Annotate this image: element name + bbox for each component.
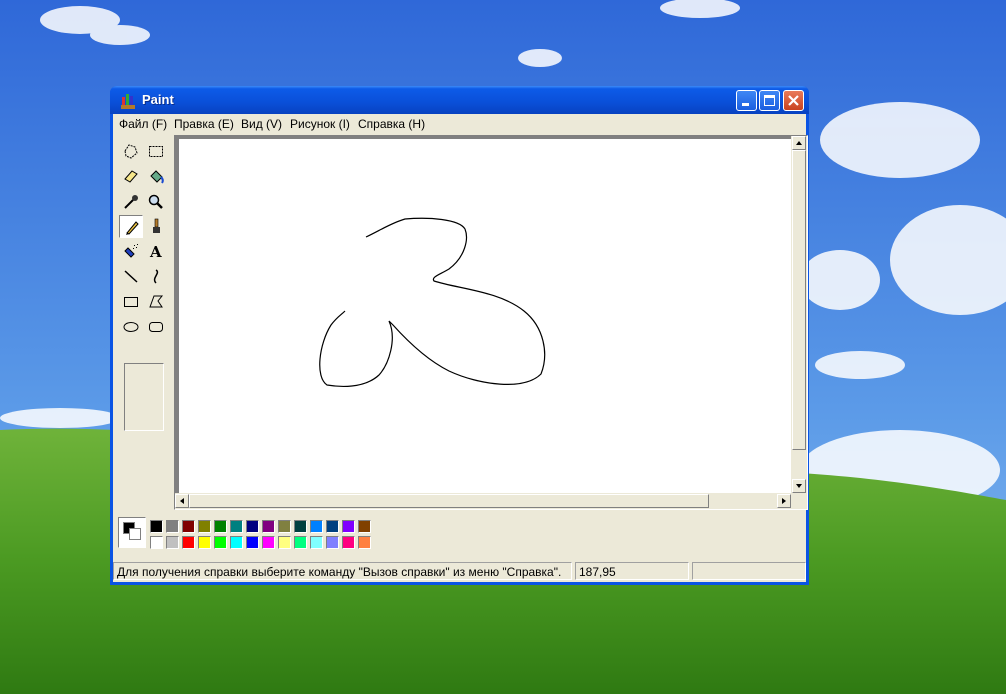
eraser-icon — [124, 170, 138, 183]
horizontal-scroll-thumb[interactable] — [189, 494, 709, 508]
menu-bar: Файл (F) Правка (E) Вид (V) Рисунок (I) … — [113, 114, 806, 133]
palette-swatch[interactable] — [262, 520, 275, 533]
title-bar[interactable]: Paint — [110, 86, 809, 114]
palette-swatch[interactable] — [150, 536, 163, 549]
palette-swatch[interactable] — [342, 520, 355, 533]
window-client-area: Файл (F) Правка (E) Вид (V) Рисунок (I) … — [113, 114, 808, 582]
menu-image[interactable]: Рисунок (I) — [290, 117, 350, 131]
palette-swatch[interactable] — [182, 520, 195, 533]
tool-polygon[interactable] — [144, 290, 168, 313]
tool-curve[interactable] — [144, 265, 168, 288]
svg-text:A: A — [149, 243, 162, 260]
status-coordinates: 187,95 — [575, 562, 689, 580]
palette-swatch[interactable] — [294, 536, 307, 549]
palette-swatch[interactable] — [294, 520, 307, 533]
palette-swatch[interactable] — [214, 536, 227, 549]
palette-swatch[interactable] — [358, 536, 371, 549]
rect-select-icon — [149, 146, 163, 157]
close-button[interactable] — [783, 90, 804, 111]
maximize-icon — [764, 95, 775, 106]
tool-pick-color[interactable] — [119, 190, 143, 213]
menu-help[interactable]: Справка (H) — [358, 117, 425, 131]
current-colors — [118, 517, 146, 548]
close-icon — [788, 95, 799, 106]
toolbox: A — [117, 135, 173, 510]
horizontal-scrollbar[interactable] — [175, 493, 791, 509]
palette-swatch[interactable] — [230, 520, 243, 533]
menu-file[interactable]: Файл (F) — [119, 117, 167, 131]
palette-swatch[interactable] — [166, 520, 179, 533]
fill-bucket-icon — [150, 170, 164, 184]
palette-swatch[interactable] — [310, 520, 323, 533]
tool-magnifier[interactable] — [144, 190, 168, 213]
rounded-rectangle-icon — [149, 322, 163, 332]
maximize-button[interactable] — [759, 90, 780, 111]
palette-swatch[interactable] — [246, 536, 259, 549]
curve-icon — [153, 269, 159, 284]
tool-pencil[interactable] — [119, 215, 143, 238]
window-title: Paint — [142, 92, 174, 107]
polygon-icon — [149, 295, 164, 308]
paint-window: Paint Файл (F) Правка (E) Вид (V) Рисуно… — [110, 86, 809, 585]
tool-brush[interactable] — [144, 215, 168, 238]
status-bar: Для получения справки выберите команду "… — [113, 560, 806, 582]
palette-swatch[interactable] — [342, 536, 355, 549]
tool-fill[interactable] — [144, 165, 168, 188]
freehand-drawing — [319, 217, 546, 388]
palette-swatch[interactable] — [326, 536, 339, 549]
palette-swatch[interactable] — [326, 520, 339, 533]
color-palette — [113, 513, 806, 556]
palette-swatch[interactable] — [150, 520, 163, 533]
vertical-scrollbar[interactable] — [791, 136, 807, 493]
scroll-left-arrow-icon[interactable] — [175, 494, 189, 508]
tool-eraser[interactable] — [119, 165, 143, 188]
minimize-button[interactable] — [736, 90, 757, 111]
palette-swatch[interactable] — [214, 520, 227, 533]
magnifier-icon — [148, 194, 163, 209]
palette-swatch[interactable] — [278, 536, 291, 549]
palette-swatch[interactable] — [166, 536, 179, 549]
tool-airbrush[interactable] — [119, 240, 143, 263]
text-icon: A — [149, 243, 162, 260]
tool-select[interactable] — [144, 140, 168, 163]
minimize-icon — [742, 103, 749, 106]
menu-edit[interactable]: Правка (E) — [174, 117, 234, 131]
scroll-right-arrow-icon[interactable] — [777, 494, 791, 508]
rectangle-icon — [124, 297, 138, 307]
airbrush-icon — [124, 244, 138, 258]
ellipse-icon — [123, 322, 139, 332]
background-color — [129, 528, 141, 540]
tool-rectangle[interactable] — [119, 290, 143, 313]
palette-swatch[interactable] — [310, 536, 323, 549]
palette-swatch[interactable] — [230, 536, 243, 549]
scroll-down-arrow-icon[interactable] — [792, 479, 806, 493]
brush-icon — [153, 218, 160, 233]
status-help-text: Для получения справки выберите команду "… — [113, 562, 572, 580]
line-icon — [124, 270, 138, 283]
tool-ellipse[interactable] — [119, 315, 143, 338]
palette-swatch[interactable] — [182, 536, 195, 549]
tool-line[interactable] — [119, 265, 143, 288]
pencil-icon — [126, 221, 139, 235]
palette-swatch[interactable] — [198, 536, 211, 549]
menu-view[interactable]: Вид (V) — [241, 117, 282, 131]
free-form-select-icon — [124, 144, 138, 159]
paint-app-icon — [121, 94, 135, 109]
scrollbar-corner — [791, 493, 807, 509]
status-size — [692, 562, 806, 580]
eyedropper-icon — [124, 195, 138, 209]
tool-free-form-select[interactable] — [119, 140, 143, 163]
tool-text[interactable]: A — [144, 240, 168, 263]
canvas-scroll-area — [174, 135, 808, 510]
vertical-scroll-thumb[interactable] — [792, 150, 806, 450]
scroll-up-arrow-icon[interactable] — [792, 136, 806, 150]
palette-swatch[interactable] — [278, 520, 291, 533]
palette-swatch[interactable] — [198, 520, 211, 533]
tool-options-box[interactable] — [124, 363, 164, 431]
tool-rounded-rectangle[interactable] — [144, 315, 168, 338]
palette-swatch[interactable] — [358, 520, 371, 533]
palette-swatch[interactable] — [246, 520, 259, 533]
drawing-canvas[interactable] — [179, 139, 793, 499]
palette-swatch[interactable] — [262, 536, 275, 549]
